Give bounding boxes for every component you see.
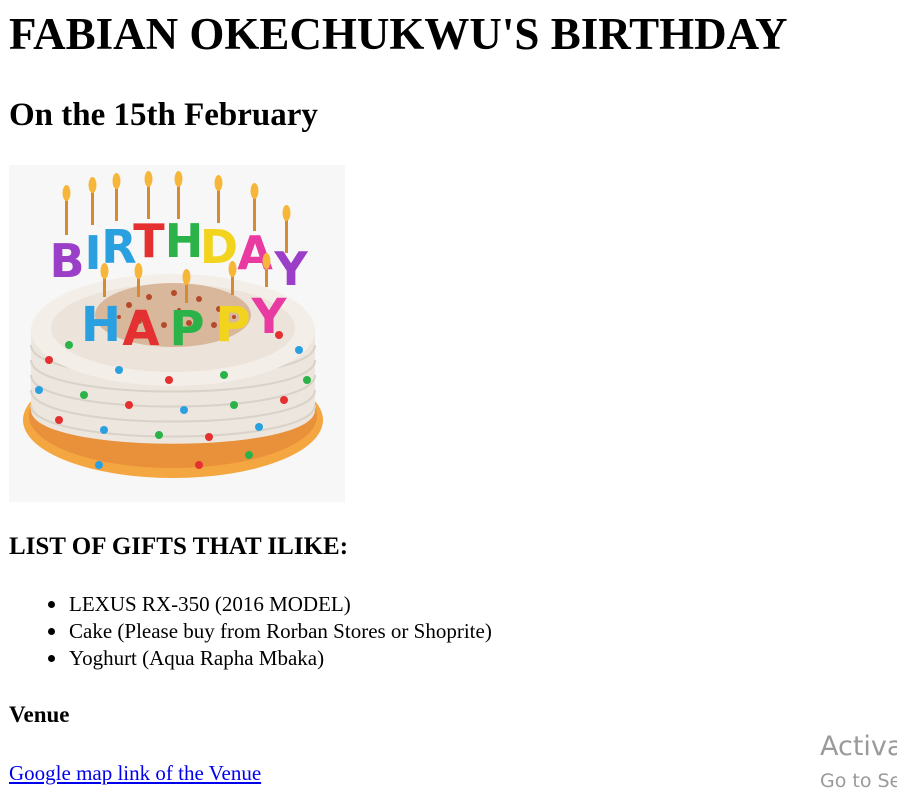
google-map-link[interactable]: Google map link of the Venue [9, 758, 261, 788]
page-title: FABIAN OKECHUKWU'S BIRTHDAY [9, 9, 788, 59]
list-item: LEXUS RX-350 (2016 MODEL) [48, 591, 492, 618]
birthday-cake-image: B I R T H D A Y H A P P Y [9, 165, 345, 502]
svg-text:A: A [122, 301, 159, 357]
gift-list: LEXUS RX-350 (2016 MODEL) Cake (Please b… [48, 591, 492, 672]
date-heading: On the 15th February [9, 97, 318, 133]
watermark-line-1: Activa [820, 731, 897, 762]
svg-text:H: H [81, 297, 121, 353]
svg-text:H: H [165, 214, 204, 268]
svg-text:P: P [169, 301, 204, 357]
watermark-line-2: Go to Se [820, 770, 897, 792]
windows-activation-watermark: Activa Go to Se [820, 728, 897, 795]
venue-heading: Venue [9, 702, 70, 727]
list-item: Yoghurt (Aqua Rapha Mbaka) [48, 645, 492, 672]
svg-text:I: I [84, 226, 101, 280]
svg-text:P: P [215, 297, 250, 353]
svg-text:B: B [49, 234, 84, 288]
list-item: Cake (Please buy from Rorban Stores or S… [48, 619, 492, 643]
svg-text:Y: Y [251, 289, 288, 345]
gifts-heading: LIST OF GIFTS THAT ILIKE: [9, 533, 349, 560]
svg-text:T: T [133, 214, 165, 268]
cake-illustration: B I R T H D A Y H A P P Y [23, 171, 323, 478]
svg-text:Y: Y [273, 242, 308, 296]
